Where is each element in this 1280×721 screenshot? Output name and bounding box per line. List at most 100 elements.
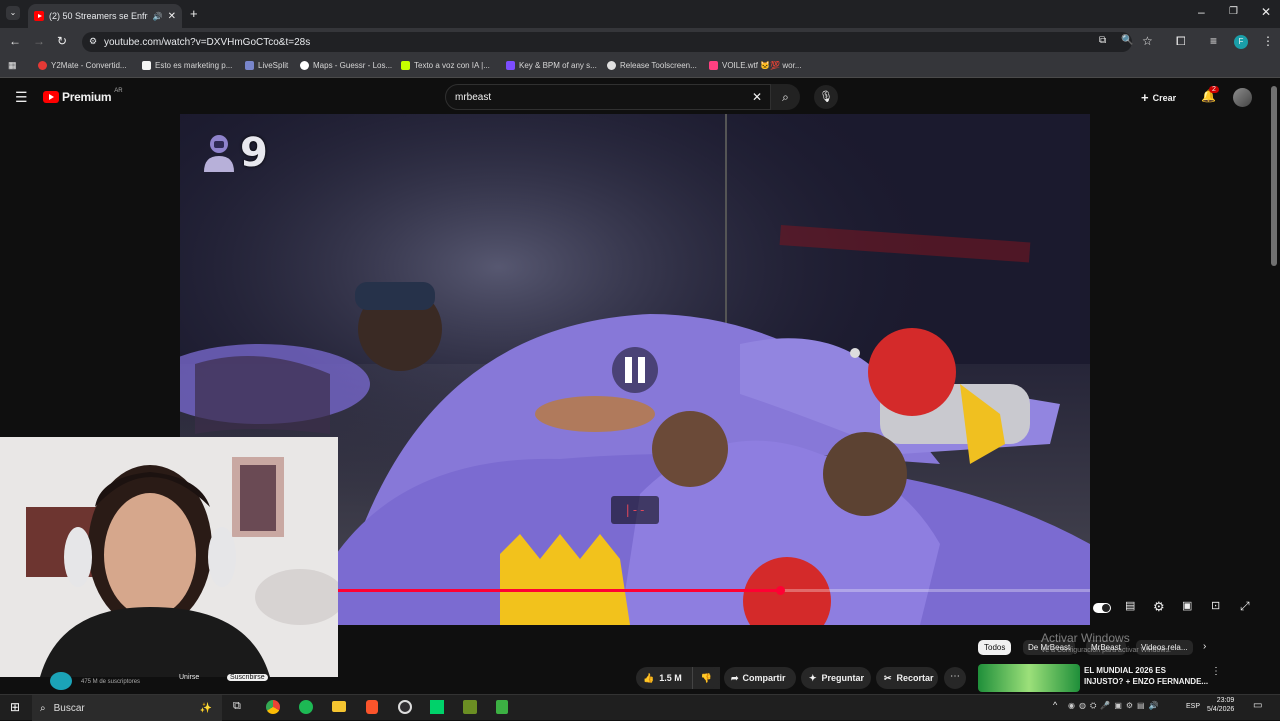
tab-active[interactable]: (2) 50 Streamers se Enfrentan 🔊 ✕ xyxy=(28,4,182,28)
page-scrollbar[interactable] xyxy=(1271,86,1277,266)
more-actions-button[interactable]: ⋯ xyxy=(944,667,966,689)
windows-start-icon[interactable]: ⊞ xyxy=(10,701,20,713)
taskbar-search-icon: ⌕ xyxy=(40,702,46,714)
reload-icon[interactable]: ↻ xyxy=(57,35,67,47)
bookmark-item[interactable]: LiveSplit xyxy=(245,61,288,70)
tray-time: 23:09 xyxy=(1216,697,1235,704)
recommended-video[interactable]: EL MUNDIAL 2026 ES INJUSTO? + ENZO FERNA… xyxy=(978,664,1222,692)
app-taskbar-icon[interactable] xyxy=(463,700,477,714)
join-button[interactable]: Unirse xyxy=(179,674,199,681)
forward-icon[interactable]: → xyxy=(33,35,45,47)
hamburger-menu-icon[interactable]: ☰ xyxy=(15,90,28,104)
bookmark-favicon-icon xyxy=(142,61,151,70)
tray-overflow-icon[interactable]: ^ xyxy=(1053,701,1057,710)
bookmark-star-icon[interactable]: ☆ xyxy=(1142,35,1153,47)
chips-next-icon[interactable]: › xyxy=(1203,641,1206,652)
app-taskbar-icon[interactable] xyxy=(430,700,444,714)
tab-list-icon[interactable]: ⌄ xyxy=(6,6,20,20)
close-tab-icon[interactable]: ✕ xyxy=(168,11,176,22)
close-window-icon[interactable]: ✕ xyxy=(1261,6,1271,18)
viewer-count: 9 xyxy=(240,130,268,176)
channel-avatar[interactable] xyxy=(50,672,72,690)
apps-grid-icon[interactable]: ▦ xyxy=(8,61,17,70)
bookmark-item[interactable]: Esto es marketing p... xyxy=(142,61,232,70)
logo-text: Premium xyxy=(62,90,112,104)
notifications-button[interactable]: 🔔 2 xyxy=(1201,86,1219,103)
search-input-value: mrbeast xyxy=(455,91,492,103)
app-taskbar-icon[interactable] xyxy=(496,700,508,714)
zoom-icon[interactable]: 🔍 xyxy=(1121,36,1133,46)
autoplay-switch[interactable] xyxy=(1093,603,1111,613)
install-icon[interactable]: ⧉ xyxy=(1099,36,1106,46)
youtube-logo[interactable]: Premium AR xyxy=(43,88,123,104)
clip-label: Recortar xyxy=(896,673,934,683)
file-explorer-icon[interactable] xyxy=(332,701,346,712)
tray-clock[interactable]: 23:09 5/4/2026 xyxy=(1207,697,1234,713)
voice-search-button[interactable]: 🎙 xyxy=(814,85,838,109)
activate-windows-watermark: Activar Windows Ve a Configuración para … xyxy=(1041,631,1171,654)
plus-icon: + xyxy=(1141,90,1149,105)
audio-icon[interactable]: 🔊 xyxy=(153,12,163,21)
obs-taskbar-icon[interactable] xyxy=(398,700,412,714)
clear-search-icon[interactable]: ✕ xyxy=(752,90,762,104)
url-bar[interactable]: ⚙ youtube.com/watch?v=DXVHmGoCTco&t=28s xyxy=(82,32,1132,52)
bookmarks-bar: ▦ Y2Mate - Convertid... Esto es marketin… xyxy=(0,56,1280,78)
bookmark-item[interactable]: Maps - Guessr - Los... xyxy=(300,61,392,70)
taskbar-search[interactable]: ⌕ Buscar ✨ xyxy=(32,695,222,721)
search-input[interactable]: mrbeast ✕ xyxy=(445,84,771,110)
new-tab-icon[interactable]: + xyxy=(190,7,198,20)
bookmark-item[interactable]: Release Toolscreen... xyxy=(607,61,697,70)
tray-language[interactable]: ESP xyxy=(1186,703,1200,710)
create-button[interactable]: + Crear xyxy=(1141,90,1176,105)
bookmark-item[interactable]: VOILE.wtf 🐱💯 wor... xyxy=(709,61,802,70)
subscribe-button[interactable]: Suscribirse xyxy=(227,674,268,681)
recommended-more-icon[interactable]: ⋮ xyxy=(1211,666,1221,677)
bookmark-favicon-icon xyxy=(300,61,309,70)
account-avatar[interactable] xyxy=(1233,88,1252,107)
back-icon[interactable]: ← xyxy=(9,35,21,47)
search-button[interactable]: ⌕ xyxy=(771,84,800,110)
minimize-icon[interactable]: – xyxy=(1198,6,1205,18)
taskbar-search-placeholder: Buscar xyxy=(53,702,85,714)
media-controls-icon[interactable]: ≡ xyxy=(1210,35,1217,47)
task-view-icon[interactable]: ⧉ xyxy=(233,701,241,712)
bookmark-item[interactable]: Y2Mate - Convertid... xyxy=(38,61,127,70)
profile-avatar[interactable]: F xyxy=(1234,35,1248,49)
brave-taskbar-icon[interactable] xyxy=(366,700,378,714)
theater-mode-icon[interactable]: ▣ xyxy=(1182,601,1192,612)
menu-kebab-icon[interactable]: ⋮ xyxy=(1262,35,1274,47)
fullscreen-button-icon[interactable]: ⤢ xyxy=(1240,600,1250,612)
windows-taskbar: ⊞ ⌕ Buscar ✨ ⧉ ^ ◉◍⛭🎤▣⚙▤🔊 ESP 23:09 5/4/… xyxy=(0,694,1280,721)
bookmark-item[interactable]: Key & BPM of any s... xyxy=(506,61,597,70)
share-label: Compartir xyxy=(742,673,786,683)
ask-button[interactable]: ✦ Preguntar xyxy=(801,667,871,689)
bookmark-favicon-icon xyxy=(401,61,410,70)
thumbs-down-icon: 👎 xyxy=(700,673,713,683)
notification-center-icon[interactable]: ▭ xyxy=(1253,701,1262,711)
recommended-thumbnail[interactable] xyxy=(978,664,1080,692)
bookmark-item[interactable]: Texto a voz con IA |... xyxy=(401,61,490,70)
site-info-icon[interactable]: ⚙ xyxy=(89,36,97,47)
subscriber-count: 475 M de suscriptores xyxy=(81,679,141,685)
pause-button[interactable] xyxy=(612,347,658,393)
share-arrow-icon: ➦ xyxy=(731,672,739,683)
player-settings-icon[interactable]: ⚙ xyxy=(1153,600,1165,613)
more-horizontal-icon: ⋯ xyxy=(950,671,960,682)
extensions-icon[interactable]: ⧠ xyxy=(1176,35,1186,47)
notification-badge: 2 xyxy=(1209,86,1219,93)
dislike-button[interactable]: 👎 xyxy=(692,667,720,689)
clip-button[interactable]: ✂ Recortar xyxy=(876,667,938,689)
player-controls-right: ▤ ⚙ ▣ ⊡ ⤢ xyxy=(1090,600,1270,618)
share-button[interactable]: ➦ Compartir xyxy=(724,667,796,689)
cast-button-icon[interactable]: ⊡ xyxy=(1211,601,1220,612)
webcam-frame xyxy=(0,437,338,677)
bookmark-favicon-icon xyxy=(245,61,254,70)
maximize-icon[interactable]: ❐ xyxy=(1229,7,1238,17)
channel-row: 475 M de suscriptores Unirse Suscribirse xyxy=(50,672,280,692)
spotify-taskbar-icon[interactable] xyxy=(299,700,313,714)
chrome-taskbar-icon[interactable] xyxy=(266,700,280,714)
chip-todos[interactable]: Todos xyxy=(978,640,1012,655)
captions-icon[interactable]: ▤ xyxy=(1125,601,1135,612)
tray-icons[interactable]: ◉◍⛭🎤▣⚙▤🔊 xyxy=(1068,702,1163,710)
webcam-overlay xyxy=(0,437,338,677)
